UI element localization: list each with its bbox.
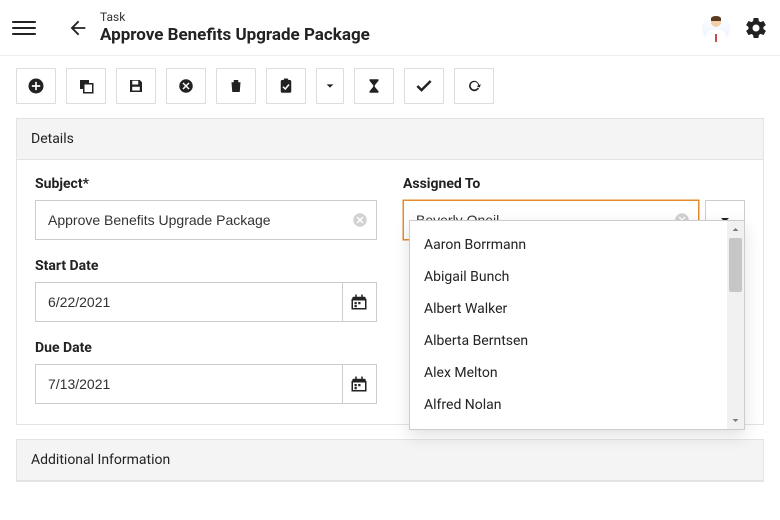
- caret-up-icon: [731, 225, 740, 234]
- details-panel-header: Details: [17, 119, 763, 160]
- assigned-to-label: Assigned To: [403, 176, 745, 192]
- hourglass-button[interactable]: [354, 68, 394, 104]
- assigned-to-dropdown: Aaron BorrmannAbigail BunchAlbert Walker…: [409, 220, 745, 430]
- cancel-button[interactable]: [166, 68, 206, 104]
- save-button[interactable]: [116, 68, 156, 104]
- assigned-to-option[interactable]: Alfred Nolan: [410, 389, 744, 421]
- arrow-left-icon: [67, 17, 89, 39]
- scroll-thumb[interactable]: [729, 238, 742, 292]
- start-date-label: Start Date: [35, 258, 377, 274]
- assigned-to-option[interactable]: Alberta Berntsen: [410, 325, 744, 357]
- task-dropdown-button[interactable]: [316, 68, 344, 104]
- scroll-down-button[interactable]: [727, 412, 744, 429]
- calendar-icon: [350, 293, 368, 311]
- calendar-icon: [350, 375, 368, 393]
- subject-label: Subject*: [35, 176, 377, 192]
- due-date-label: Due Date: [35, 340, 377, 356]
- settings-button[interactable]: [744, 16, 768, 40]
- start-date-input[interactable]: [35, 282, 342, 322]
- delete-button[interactable]: [216, 68, 256, 104]
- trash-icon: [227, 77, 245, 95]
- breadcrumb: Task: [100, 10, 702, 24]
- subject-field: Subject*: [35, 176, 377, 240]
- toolbar: [0, 56, 780, 118]
- due-date-picker-button[interactable]: [342, 364, 377, 404]
- caret-down-icon: [325, 81, 335, 91]
- assigned-to-option[interactable]: Albert Walker: [410, 293, 744, 325]
- assigned-to-option-list: Aaron BorrmannAbigail BunchAlbert Walker…: [410, 221, 744, 429]
- due-date-field: Due Date: [35, 340, 377, 404]
- dropdown-scrollbar[interactable]: [727, 221, 744, 429]
- menu-icon[interactable]: [12, 16, 36, 40]
- app-header: Task Approve Benefits Upgrade Package: [0, 0, 780, 56]
- assigned-to-option[interactable]: Alex Melton: [410, 357, 744, 389]
- additional-info-panel-header: Additional Information: [17, 440, 763, 481]
- start-date-picker-button[interactable]: [342, 282, 377, 322]
- user-avatar[interactable]: [702, 14, 730, 42]
- close-circle-icon: [177, 77, 195, 95]
- due-date-input[interactable]: [35, 364, 342, 404]
- page-title: Approve Benefits Upgrade Package: [100, 25, 702, 45]
- task-button[interactable]: [266, 68, 306, 104]
- check-button[interactable]: [404, 68, 444, 104]
- details-panel: Details Subject* Assigned To: [16, 118, 764, 425]
- clear-icon: [351, 211, 369, 229]
- assigned-to-option[interactable]: Aaron Borrmann: [410, 229, 744, 261]
- additional-info-panel: Additional Information: [16, 439, 764, 482]
- gear-icon: [744, 16, 768, 40]
- back-button[interactable]: [64, 14, 92, 42]
- add-button[interactable]: [16, 68, 56, 104]
- subject-input[interactable]: [35, 200, 377, 240]
- save-icon: [127, 77, 145, 95]
- title-block: Task Approve Benefits Upgrade Package: [100, 10, 702, 45]
- assigned-to-option[interactable]: Abigail Bunch: [410, 261, 744, 293]
- assigned-to-field: Assigned To Aaron BorrmannAbigail BunchA…: [403, 176, 745, 240]
- start-date-field: Start Date: [35, 258, 377, 322]
- check-icon: [414, 76, 434, 96]
- refresh-icon: [465, 77, 483, 95]
- scroll-up-button[interactable]: [727, 221, 744, 238]
- copy-icon: [77, 77, 95, 95]
- clipboard-check-icon: [277, 77, 295, 95]
- subject-clear-button[interactable]: [351, 211, 369, 229]
- copy-button[interactable]: [66, 68, 106, 104]
- assigned-to-option[interactable]: Alice Martin: [410, 421, 744, 429]
- refresh-button[interactable]: [454, 68, 494, 104]
- caret-down-icon: [731, 416, 740, 425]
- hourglass-icon: [365, 77, 383, 95]
- plus-circle-icon: [26, 76, 46, 96]
